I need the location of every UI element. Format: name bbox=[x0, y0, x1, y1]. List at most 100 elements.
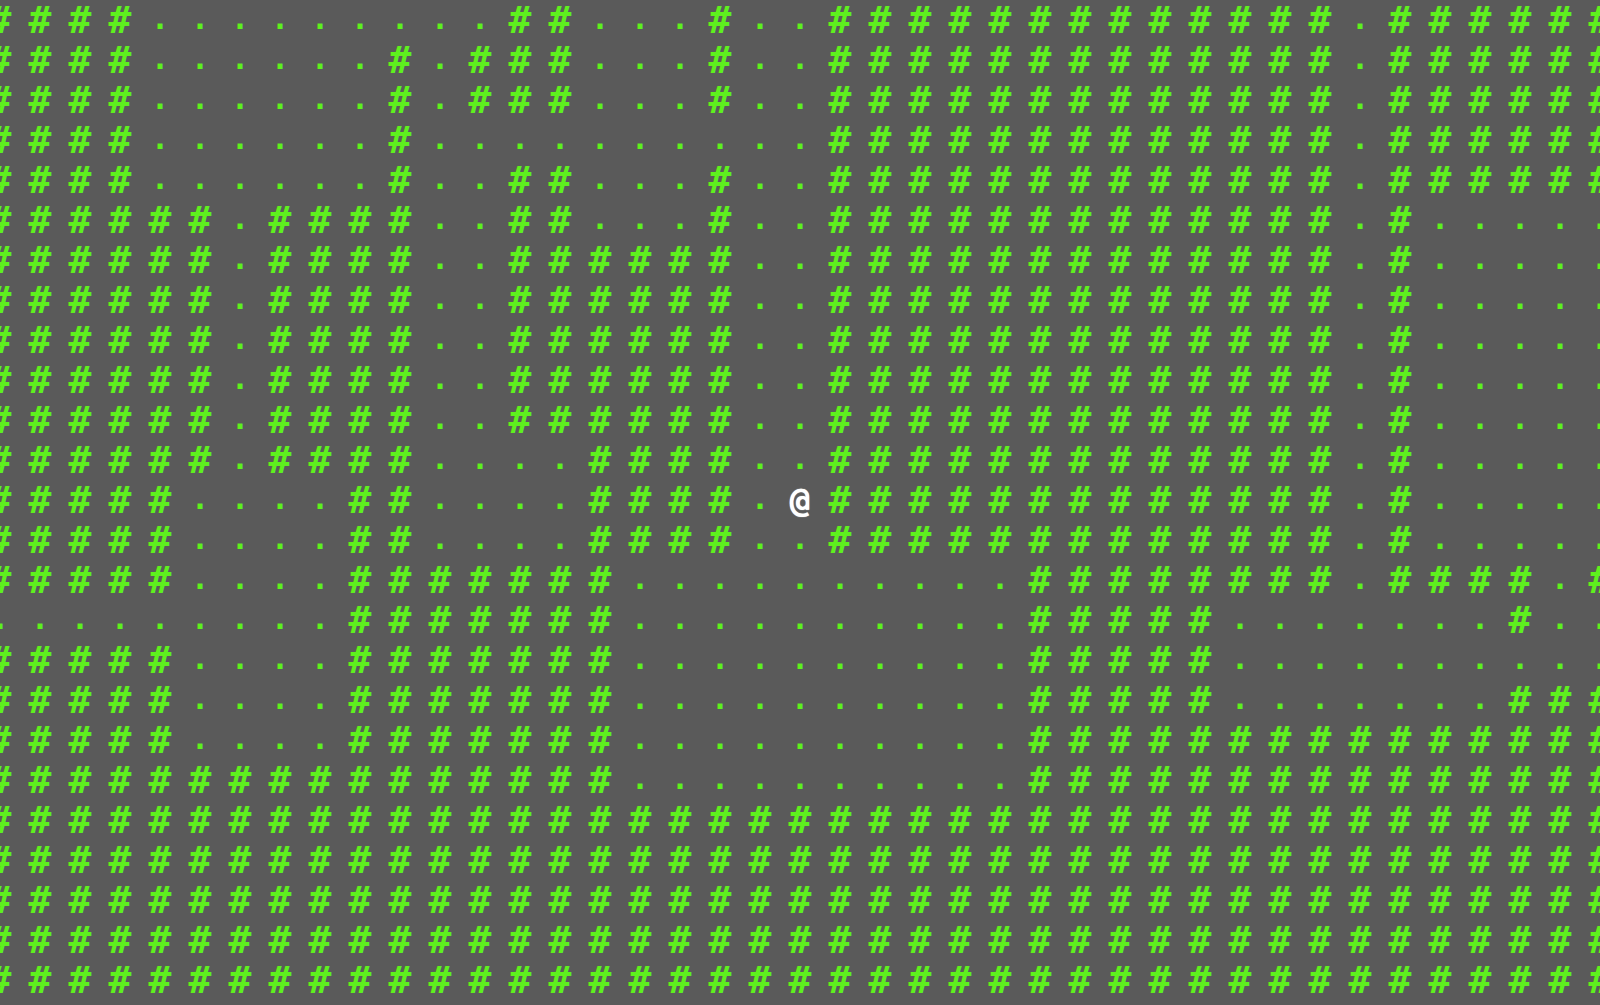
wall-tile: # bbox=[380, 40, 420, 80]
wall-tile: # bbox=[1260, 840, 1300, 880]
floor-tile: . bbox=[300, 640, 340, 680]
wall-tile: # bbox=[20, 640, 60, 680]
wall-tile: # bbox=[620, 800, 660, 840]
wall-tile: # bbox=[1060, 280, 1100, 320]
floor-tile: . bbox=[1460, 640, 1500, 680]
wall-tile: # bbox=[1020, 760, 1060, 800]
wall-tile: # bbox=[1220, 760, 1260, 800]
floor-tile: . bbox=[700, 760, 740, 800]
floor-tile: . bbox=[1500, 640, 1540, 680]
floor-tile: . bbox=[580, 120, 620, 160]
wall-tile: # bbox=[60, 480, 100, 520]
floor-tile: . bbox=[1500, 400, 1540, 440]
wall-tile: # bbox=[540, 840, 580, 880]
wall-tile: # bbox=[1300, 120, 1340, 160]
floor-tile: . bbox=[300, 480, 340, 520]
wall-tile: # bbox=[1260, 960, 1300, 1000]
wall-tile: # bbox=[300, 920, 340, 960]
wall-tile: # bbox=[180, 280, 220, 320]
wall-tile: # bbox=[100, 360, 140, 400]
wall-tile: # bbox=[20, 760, 60, 800]
floor-tile: . bbox=[500, 480, 540, 520]
floor-tile: . bbox=[1580, 400, 1600, 440]
floor-tile: . bbox=[180, 720, 220, 760]
floor-tile: . bbox=[220, 600, 260, 640]
wall-tile: # bbox=[60, 400, 100, 440]
map-row: ################..........##############… bbox=[0, 760, 1600, 800]
floor-tile: . bbox=[500, 120, 540, 160]
wall-tile: # bbox=[1180, 640, 1220, 680]
map-row: ######.####..######..#############.#....… bbox=[0, 280, 1600, 320]
wall-tile: # bbox=[340, 920, 380, 960]
wall-tile: # bbox=[1140, 440, 1180, 480]
wall-tile: # bbox=[1500, 920, 1540, 960]
wall-tile: # bbox=[580, 880, 620, 920]
wall-tile: # bbox=[380, 400, 420, 440]
wall-tile: # bbox=[260, 360, 300, 400]
wall-tile: # bbox=[940, 800, 980, 840]
floor-tile: . bbox=[1460, 200, 1500, 240]
wall-tile: # bbox=[60, 720, 100, 760]
floor-tile: . bbox=[260, 120, 300, 160]
wall-tile: # bbox=[660, 280, 700, 320]
wall-tile: # bbox=[420, 600, 460, 640]
floor-tile: . bbox=[340, 80, 380, 120]
wall-tile: # bbox=[1380, 240, 1420, 280]
wall-tile: # bbox=[980, 40, 1020, 80]
wall-tile: # bbox=[620, 840, 660, 880]
floor-tile: . bbox=[620, 200, 660, 240]
wall-tile: # bbox=[0, 840, 20, 880]
wall-tile: # bbox=[700, 400, 740, 440]
player-tile[interactable]: @ bbox=[780, 480, 820, 520]
wall-tile: # bbox=[0, 520, 20, 560]
wall-tile: # bbox=[860, 440, 900, 480]
floor-tile: . bbox=[300, 600, 340, 640]
wall-tile: # bbox=[340, 280, 380, 320]
floor-tile: . bbox=[1420, 280, 1460, 320]
floor-tile: . bbox=[940, 720, 980, 760]
floor-tile: . bbox=[580, 40, 620, 80]
wall-tile: # bbox=[860, 360, 900, 400]
floor-tile: . bbox=[1420, 520, 1460, 560]
floor-tile: . bbox=[820, 720, 860, 760]
wall-tile: # bbox=[1300, 0, 1340, 40]
wall-tile: # bbox=[380, 520, 420, 560]
wall-tile: # bbox=[940, 320, 980, 360]
wall-tile: # bbox=[1460, 960, 1500, 1000]
wall-tile: # bbox=[1300, 200, 1340, 240]
floor-tile: . bbox=[660, 40, 700, 80]
wall-tile: # bbox=[780, 800, 820, 840]
wall-tile: # bbox=[1180, 520, 1220, 560]
floor-tile: . bbox=[180, 680, 220, 720]
floor-tile: . bbox=[420, 480, 460, 520]
wall-tile: # bbox=[100, 960, 140, 1000]
wall-tile: # bbox=[460, 800, 500, 840]
wall-tile: # bbox=[820, 920, 860, 960]
floor-tile: . bbox=[660, 720, 700, 760]
wall-tile: # bbox=[180, 360, 220, 400]
map-row: ####......#.###...#..#############.#####… bbox=[0, 80, 1600, 120]
floor-tile: . bbox=[1540, 200, 1580, 240]
wall-tile: # bbox=[140, 400, 180, 440]
wall-tile: # bbox=[420, 640, 460, 680]
wall-tile: # bbox=[1300, 320, 1340, 360]
wall-tile: # bbox=[1340, 920, 1380, 960]
floor-tile: . bbox=[260, 560, 300, 600]
wall-tile: # bbox=[540, 200, 580, 240]
wall-tile: # bbox=[1100, 240, 1140, 280]
wall-tile: # bbox=[1180, 0, 1220, 40]
wall-tile: # bbox=[1180, 680, 1220, 720]
floor-tile: . bbox=[1540, 280, 1580, 320]
wall-tile: # bbox=[1220, 880, 1260, 920]
floor-tile: . bbox=[460, 200, 500, 240]
wall-tile: # bbox=[100, 440, 140, 480]
wall-tile: # bbox=[1020, 840, 1060, 880]
wall-tile: # bbox=[1340, 800, 1380, 840]
floor-tile: . bbox=[660, 640, 700, 680]
wall-tile: # bbox=[20, 0, 60, 40]
floor-tile: . bbox=[180, 0, 220, 40]
wall-tile: # bbox=[1580, 0, 1600, 40]
wall-tile: # bbox=[1060, 680, 1100, 720]
wall-tile: # bbox=[1180, 880, 1220, 920]
wall-tile: # bbox=[1220, 520, 1260, 560]
